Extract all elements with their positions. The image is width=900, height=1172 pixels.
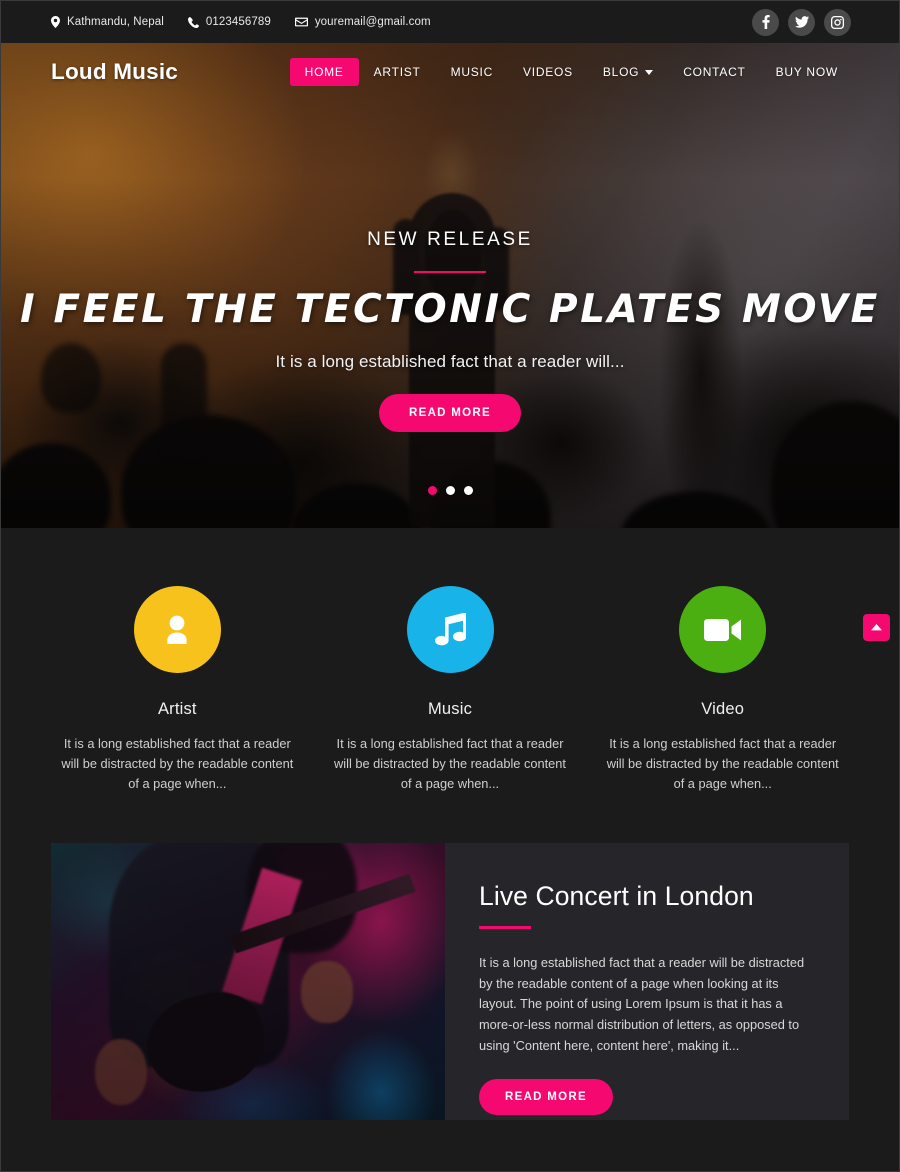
hero-title: I FEEL THE TECTONIC PLATES MOVE [20,287,880,332]
envelope-icon [294,17,308,27]
instagram-icon[interactable] [824,8,851,36]
music-note-icon [406,586,494,673]
main-navbar: Loud Music HOME ARTIST MUSIC VIDEOS BLOG… [1,43,899,101]
map-pin-icon [51,16,60,28]
nav-item-contact[interactable]: CONTACT [668,58,760,86]
hero-kicker: NEW RELEASE [367,229,533,250]
live-concert-card: Live Concert in London It is a long esta… [51,843,849,1121]
feature-title: Artist [157,700,197,718]
top-bar: Kathmandu, Nepal 0123456789 youremail@gm… [1,1,899,43]
carousel-dot-2[interactable] [445,486,455,495]
concert-read-more-button[interactable]: READ MORE [479,1078,613,1115]
contact-phone[interactable]: 0123456789 [187,16,271,28]
concert-cta-wrap: READ MORE [479,1078,809,1115]
feature-title: Video [701,700,745,718]
nav-item-buy-now[interactable]: BUY NOW [761,58,853,86]
user-icon [133,586,221,673]
main-nav: HOME ARTIST MUSIC VIDEOS BLOG CONTACT BU… [289,58,853,86]
features-section: Artist It is a long established fact tha… [1,528,899,832]
nav-label: VIDEOS [523,65,573,79]
nav-item-home[interactable]: HOME [289,58,359,86]
hero-cta-wrap: READ MORE [1,394,899,432]
location-text: Kathmandu, Nepal [67,16,164,28]
contact-location: Kathmandu, Nepal [51,16,164,28]
feature-artist: Artist It is a long established fact tha… [41,586,314,793]
hero-content: NEW RELEASE I FEEL THE TECTONIC PLATES M… [1,43,899,432]
facebook-icon[interactable] [752,8,779,36]
chevron-up-icon [871,624,882,631]
phone-text: 0123456789 [205,16,271,28]
hero-read-more-button[interactable]: READ MORE [379,394,521,432]
nav-label: CONTACT [683,65,746,79]
contact-email[interactable]: youremail@gmail.com [294,16,431,28]
carousel-dot-1[interactable] [427,486,437,495]
email-text: youremail@gmail.com [314,16,431,28]
nav-item-music[interactable]: MUSIC [436,58,508,86]
scroll-to-top-button[interactable] [863,614,890,641]
hero-subtitle: It is a long established fact that a rea… [275,352,625,371]
nav-label: BLOG [602,65,640,79]
site-logo[interactable]: Loud Music [51,59,178,85]
carousel-dot-3[interactable] [463,486,473,495]
phone-icon [187,16,199,28]
feature-text: It is a long established fact that a rea… [606,736,839,791]
carousel-dots [1,486,899,495]
concert-title: Live Concert in London [479,881,754,912]
nav-label: BUY NOW [775,65,838,79]
nav-item-videos[interactable]: VIDEOS [508,58,588,86]
concert-text: It is a long established fact that a rea… [479,954,805,1053]
social-links [752,8,851,36]
top-bar-contacts: Kathmandu, Nepal 0123456789 youremail@gm… [51,16,431,28]
feature-text: It is a long established fact that a rea… [334,736,566,791]
hero-slider: Loud Music HOME ARTIST MUSIC VIDEOS BLOG… [1,43,899,528]
nav-item-blog[interactable]: BLOG [588,58,668,86]
concert-image-tone [51,843,445,1121]
feature-video: Video It is a long established fact that… [586,586,859,793]
page-root: Kathmandu, Nepal 0123456789 youremail@gm… [0,0,900,1172]
concert-card-body: Live Concert in London It is a long esta… [445,843,849,1120]
video-camera-icon [679,586,767,673]
twitter-icon[interactable] [788,8,815,36]
feature-music: Music It is a long established fact that… [314,586,587,793]
nav-label: MUSIC [450,65,494,79]
nav-item-artist[interactable]: ARTIST [359,58,436,86]
chevron-down-icon [645,69,654,75]
concert-title-rule [479,926,531,929]
nav-label: HOME [304,65,344,79]
feature-text: It is a long established fact that a rea… [61,736,294,791]
feature-title: Music [427,700,473,718]
concert-image [51,843,445,1121]
nav-label: ARTIST [373,65,421,79]
hero-kicker-rule [414,271,486,273]
